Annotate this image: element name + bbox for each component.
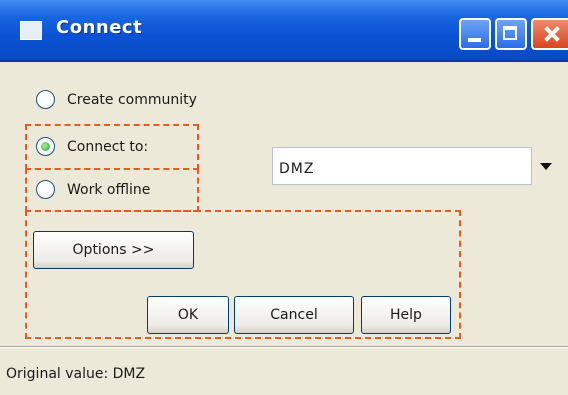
create-community-label: Create community	[67, 91, 197, 108]
connect-to-label: Connect to:	[67, 138, 149, 155]
server-combobox-value[interactable]: DMZ	[272, 147, 532, 185]
status-separator	[0, 346, 568, 348]
create-community-radio[interactable]	[36, 90, 55, 109]
help-button[interactable]: Help	[361, 296, 451, 334]
window-app-icon	[20, 21, 42, 40]
title-bar[interactable]: Connect	[0, 0, 568, 62]
connect-to-radio[interactable]	[36, 137, 55, 156]
minimize-icon[interactable]	[459, 18, 491, 50]
status-bar: Original value: DMZ	[6, 366, 146, 382]
server-combobox[interactable]: DMZ	[272, 147, 560, 185]
cancel-button[interactable]: Cancel	[234, 296, 354, 334]
maximize-icon[interactable]	[495, 18, 527, 50]
create-community-option[interactable]: Create community	[36, 90, 197, 109]
close-icon[interactable]	[531, 18, 568, 50]
work-offline-option[interactable]: Work offline	[36, 180, 150, 199]
ok-button[interactable]: OK	[147, 296, 229, 334]
work-offline-radio[interactable]	[36, 180, 55, 199]
connect-dialog: Connect Create community Connect to: DMZ…	[0, 0, 568, 395]
window-title: Connect	[56, 17, 143, 38]
options-button[interactable]: Options >>	[33, 231, 194, 269]
connect-to-option[interactable]: Connect to:	[36, 137, 148, 156]
work-offline-label: Work offline	[67, 181, 151, 198]
dropdown-arrow-icon[interactable]	[532, 147, 560, 185]
